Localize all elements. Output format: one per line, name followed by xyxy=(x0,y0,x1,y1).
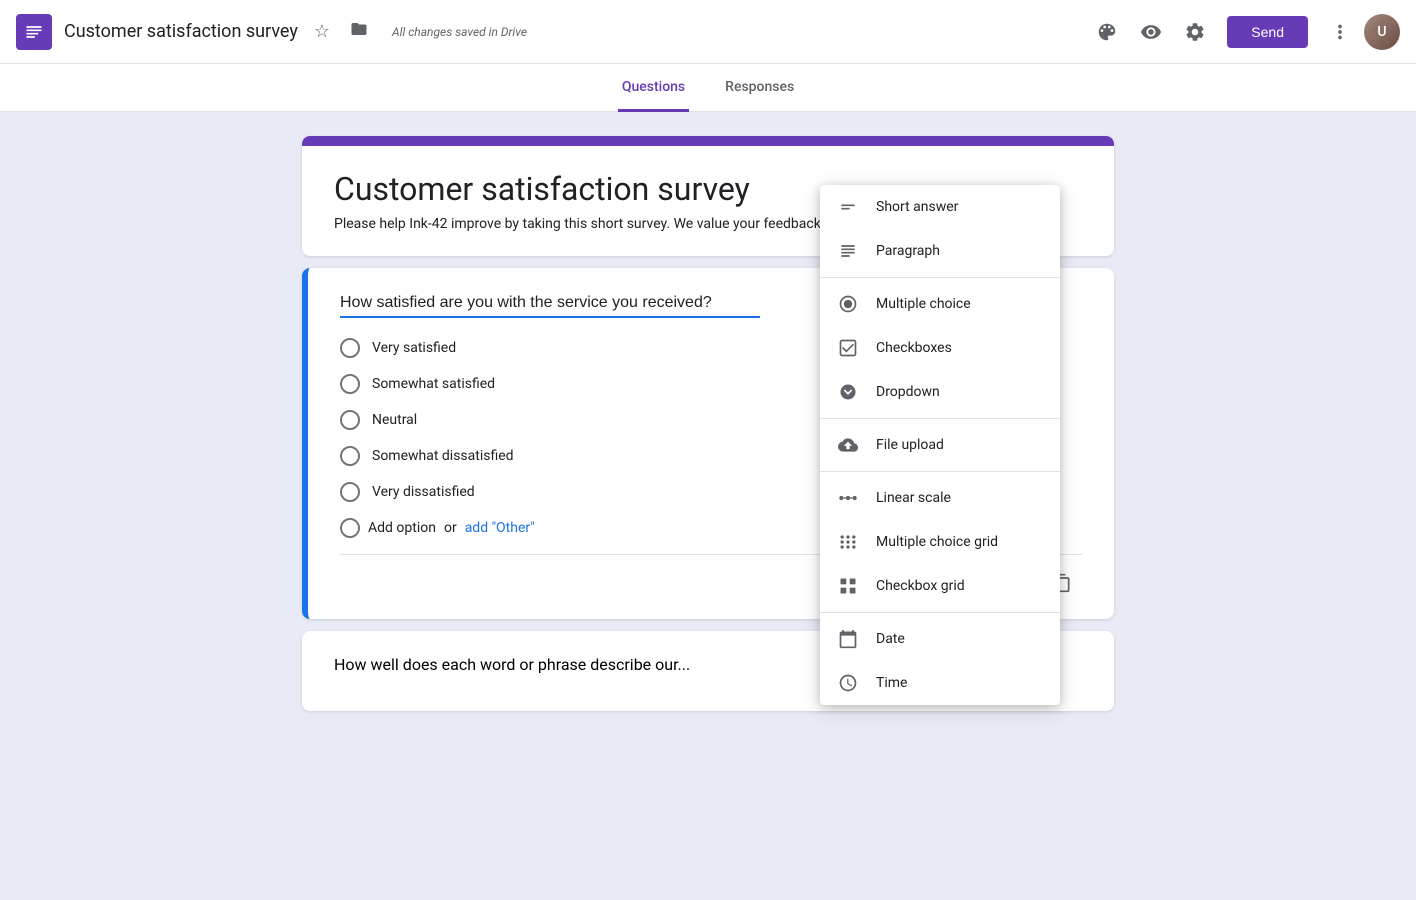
app-header: Customer satisfaction survey ☆ All chang… xyxy=(0,0,1416,64)
menu-label-time: Time xyxy=(876,675,907,691)
menu-divider-1 xyxy=(820,277,1060,278)
menu-item-multiple-choice[interactable]: Multiple choice xyxy=(820,282,1060,326)
option-label: Somewhat dissatisfied xyxy=(372,448,514,464)
menu-item-short-answer[interactable]: Short answer xyxy=(820,185,1060,229)
menu-item-time[interactable]: Time xyxy=(820,661,1060,705)
menu-label-file-upload: File upload xyxy=(876,437,944,453)
app-logo xyxy=(16,14,52,50)
option-label: Neutral xyxy=(372,412,417,428)
option-label: Very dissatisfied xyxy=(372,484,475,500)
add-option-or: or xyxy=(444,520,457,536)
option-label: Somewhat satisfied xyxy=(372,376,495,392)
tabs-bar: Questions Responses xyxy=(0,64,1416,112)
send-button[interactable]: Send xyxy=(1227,16,1308,48)
paragraph-icon xyxy=(836,239,860,263)
radio-circle[interactable] xyxy=(340,374,360,394)
avatar[interactable]: U xyxy=(1364,14,1400,50)
checkboxes-icon xyxy=(836,336,860,360)
folder-icon[interactable] xyxy=(346,16,372,47)
menu-label-dropdown: Dropdown xyxy=(876,384,940,400)
multiple-choice-grid-icon xyxy=(836,530,860,554)
radio-placeholder xyxy=(340,518,360,538)
short-answer-icon xyxy=(836,195,860,219)
palette-button[interactable] xyxy=(1087,12,1127,52)
menu-label-multiple-choice-grid: Multiple choice grid xyxy=(876,534,998,550)
app-title: Customer satisfaction survey xyxy=(64,21,298,42)
add-other-link[interactable]: add "Other" xyxy=(465,520,535,536)
file-upload-icon xyxy=(836,433,860,457)
checkbox-grid-icon xyxy=(836,574,860,598)
menu-label-checkboxes: Checkboxes xyxy=(876,340,952,356)
question-type-dropdown: Short answer Paragraph Multiple choice C… xyxy=(820,185,1060,705)
radio-circle[interactable] xyxy=(340,410,360,430)
dropdown-icon xyxy=(836,380,860,404)
menu-label-checkbox-grid: Checkbox grid xyxy=(876,578,965,594)
menu-divider-4 xyxy=(820,612,1060,613)
date-icon xyxy=(836,627,860,651)
add-option-label[interactable]: Add option xyxy=(368,520,436,536)
menu-label-linear-scale: Linear scale xyxy=(876,490,951,506)
tab-responses[interactable]: Responses xyxy=(721,65,798,112)
menu-item-date[interactable]: Date xyxy=(820,617,1060,661)
next-question-text: How well does each word or phrase descri… xyxy=(334,655,690,674)
menu-label-paragraph: Paragraph xyxy=(876,243,940,259)
radio-circle[interactable] xyxy=(340,338,360,358)
header-actions: Send U xyxy=(1087,12,1400,52)
menu-item-file-upload[interactable]: File upload xyxy=(820,423,1060,467)
menu-item-linear-scale[interactable]: Linear scale xyxy=(820,476,1060,520)
menu-divider-2 xyxy=(820,418,1060,419)
menu-label-date: Date xyxy=(876,631,905,647)
autosave-status: All changes saved in Drive xyxy=(392,25,527,39)
menu-label-short-answer: Short answer xyxy=(876,199,958,215)
menu-item-multiple-choice-grid[interactable]: Multiple choice grid xyxy=(820,520,1060,564)
linear-scale-icon xyxy=(836,486,860,510)
menu-label-multiple-choice: Multiple choice xyxy=(876,296,971,312)
header-left: Customer satisfaction survey ☆ All chang… xyxy=(16,14,1087,50)
star-icon[interactable]: ☆ xyxy=(310,17,334,46)
preview-button[interactable] xyxy=(1131,12,1171,52)
option-label: Very satisfied xyxy=(372,340,456,356)
menu-item-checkboxes[interactable]: Checkboxes xyxy=(820,326,1060,370)
more-options-button[interactable] xyxy=(1320,12,1360,52)
multiple-choice-icon xyxy=(836,292,860,316)
question-text-input[interactable] xyxy=(340,294,760,318)
menu-divider-3 xyxy=(820,471,1060,472)
avatar-initials: U xyxy=(1364,14,1400,50)
menu-item-dropdown[interactable]: Dropdown xyxy=(820,370,1060,414)
menu-item-paragraph[interactable]: Paragraph xyxy=(820,229,1060,273)
time-icon xyxy=(836,671,860,695)
menu-item-checkbox-grid[interactable]: Checkbox grid xyxy=(820,564,1060,608)
radio-circle[interactable] xyxy=(340,446,360,466)
radio-circle[interactable] xyxy=(340,482,360,502)
tab-questions[interactable]: Questions xyxy=(618,65,689,112)
settings-button[interactable] xyxy=(1175,12,1215,52)
